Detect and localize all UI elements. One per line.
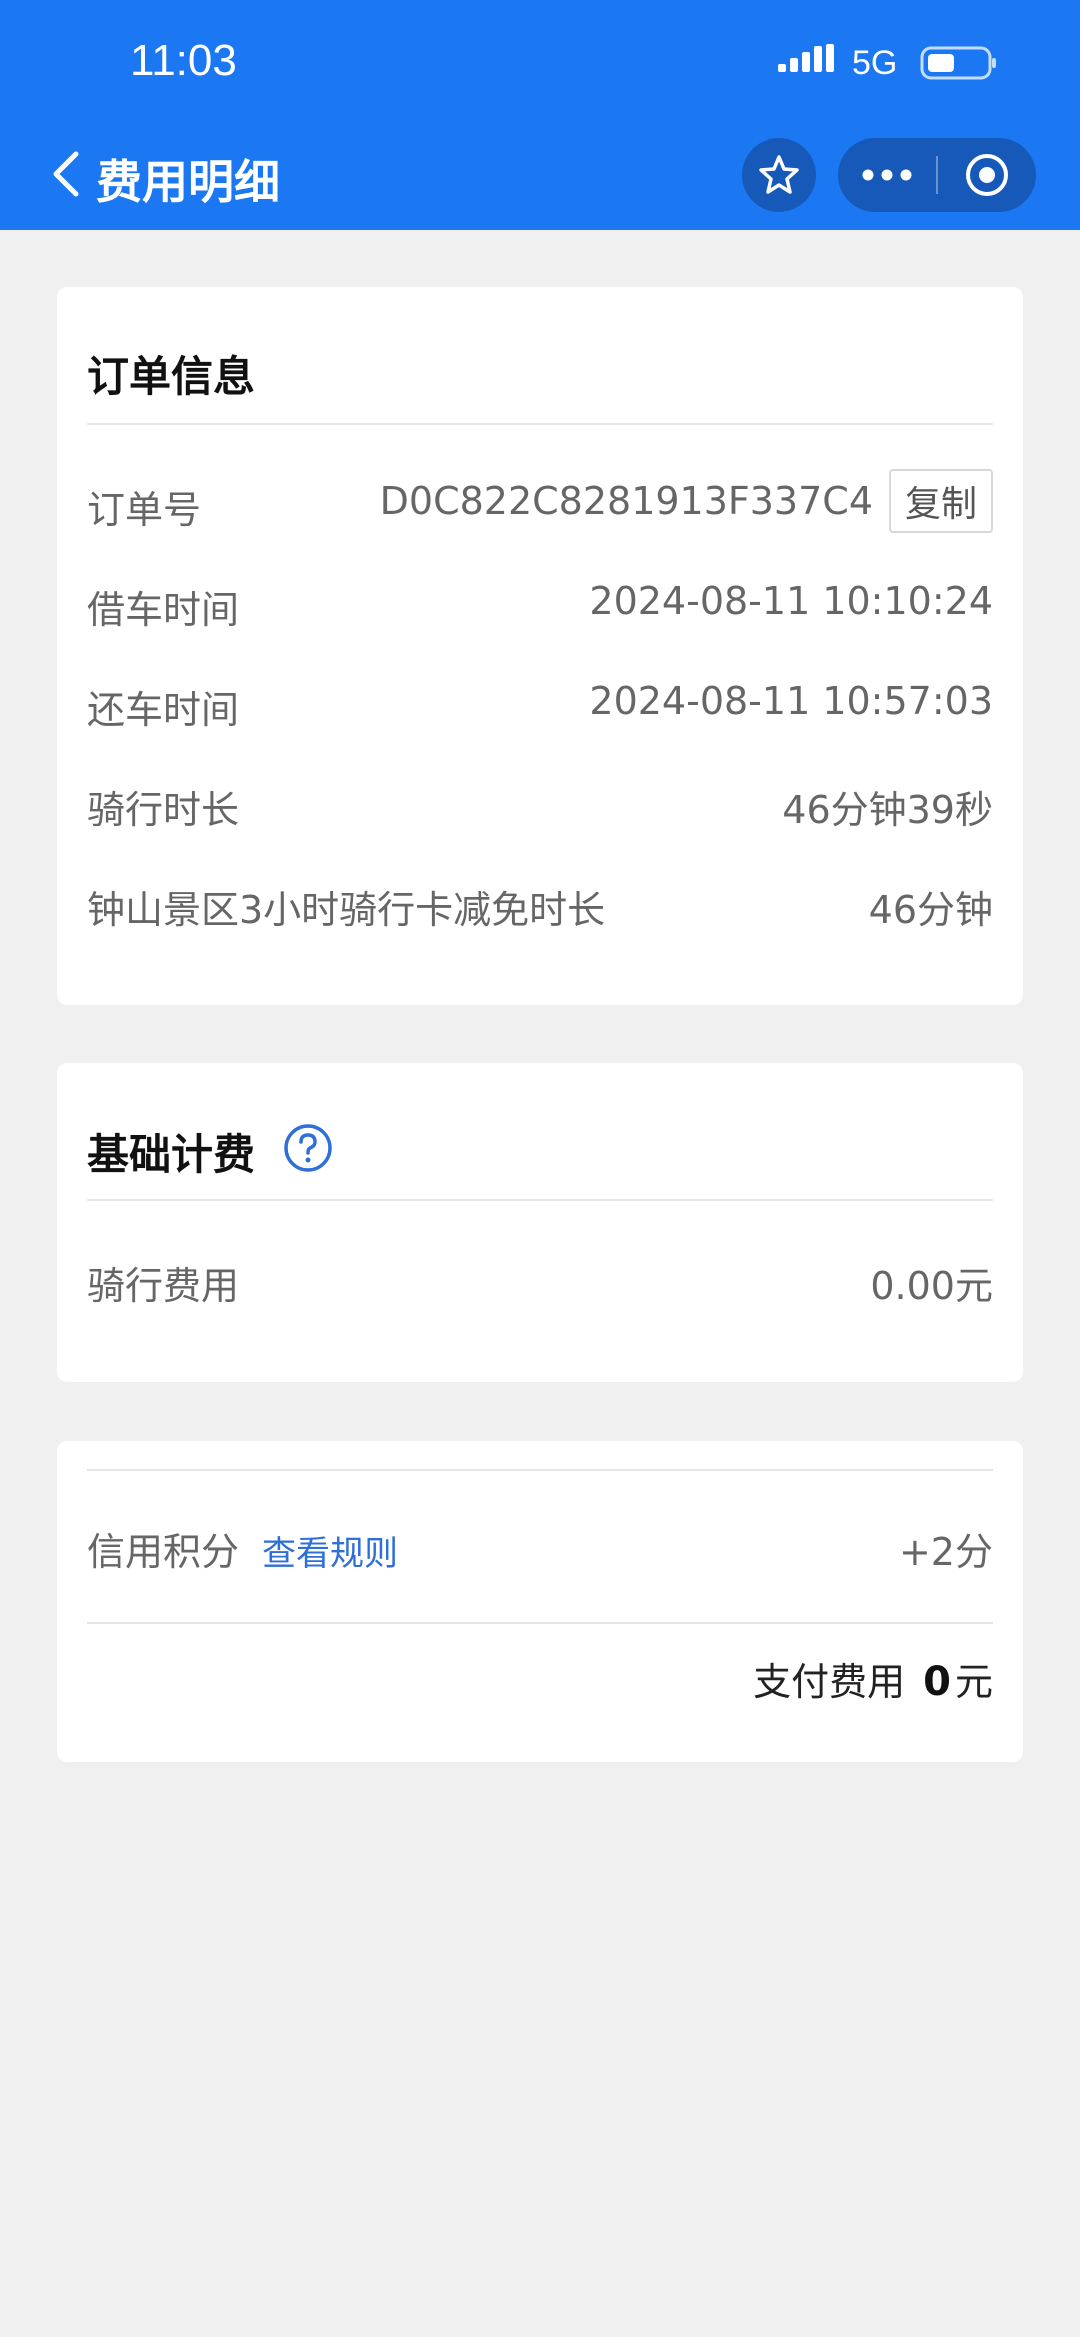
app-header: 11:03 5G 费用明细 [0,0,1080,230]
order-info-card: 订单信息 订单号 D0C822C8281913F337C4 复制 借车时间 20… [57,287,1023,1005]
ride-fee-label: 骑行费用 [87,1264,240,1308]
battery-icon [920,46,996,80]
network-type: 5G [852,44,898,82]
credit-score-label: 信用积分 [87,1530,240,1574]
miniapp-capsule [838,138,1036,212]
borrow-time-label: 借车时间 [87,588,240,632]
discount-duration-value: 46分钟 [868,888,993,932]
order-number-value: D0C822C8281913F337C4 [379,479,873,523]
payment-summary: 支付费用 0 元 [753,1651,993,1706]
help-icon[interactable] [283,1123,333,1173]
payment-label: 支付费用 [753,1660,906,1704]
payment-unit: 元 [954,1660,993,1704]
divider [87,423,993,425]
payment-amount: 0 [923,1659,951,1705]
close-miniapp-button[interactable] [938,138,1036,212]
star-icon [759,155,799,194]
borrow-time-value: 2024-08-11 10:10:24 [589,579,993,623]
return-time-label: 还车时间 [87,688,240,732]
more-button[interactable] [838,138,936,212]
signal-icon [778,44,834,72]
more-dots-icon [862,169,912,181]
ride-duration-label: 骑行时长 [87,788,240,832]
copy-button[interactable]: 复制 [889,469,993,533]
base-fee-card: 基础计费 骑行费用 0.00元 [57,1063,1023,1382]
target-icon [966,154,1008,196]
discount-duration-label: 钟山景区3小时骑行卡减免时长 [87,888,606,932]
order-info-title: 订单信息 [87,352,256,401]
divider [87,1622,993,1624]
view-rules-link[interactable]: 查看规则 [262,1526,398,1575]
divider [87,1199,993,1201]
status-time: 11:03 [130,36,237,85]
ride-duration-value: 46分钟39秒 [782,788,993,832]
ride-fee-value: 0.00元 [870,1264,993,1308]
base-fee-title: 基础计费 [87,1130,256,1179]
page-title: 费用明细 [96,155,280,209]
back-arrow-icon[interactable] [48,148,84,200]
payment-card: 信用积分 查看规则 +2分 支付费用 0 元 [57,1441,1023,1762]
order-number-label: 订单号 [87,488,202,532]
favorite-button[interactable] [742,138,816,212]
credit-score-value: +2分 [898,1530,993,1574]
return-time-value: 2024-08-11 10:57:03 [589,679,993,723]
divider [87,1469,993,1471]
